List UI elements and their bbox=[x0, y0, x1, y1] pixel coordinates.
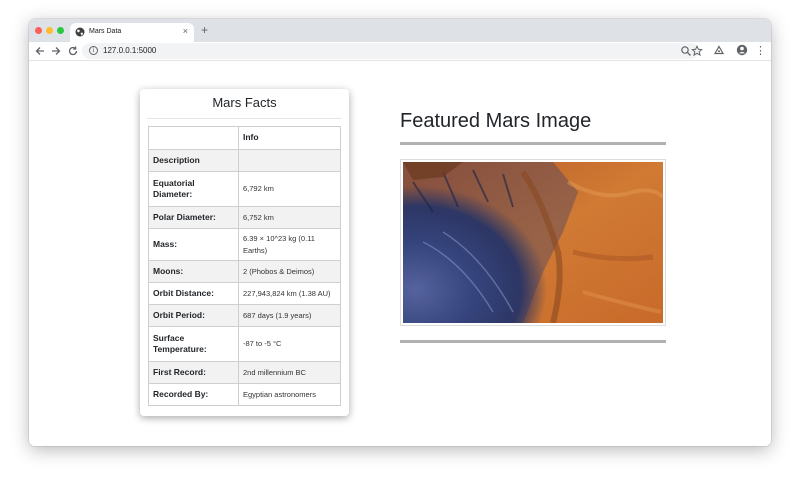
fact-value: -87 to -5 °C bbox=[238, 326, 341, 362]
forward-arrow-icon[interactable] bbox=[50, 45, 62, 57]
featured-image-title: Featured Mars Image bbox=[400, 110, 592, 132]
table-row: Surface Temperature: -87 to -5 °C bbox=[148, 326, 341, 362]
fact-label: Description bbox=[148, 149, 239, 172]
fact-value: 2nd millennium BC bbox=[238, 361, 341, 384]
reload-icon[interactable] bbox=[67, 45, 79, 57]
mars-facts-card: Mars Facts Info Description Equatorial D… bbox=[140, 89, 349, 416]
mars-facts-table: Info Description Equatorial Diameter: 6,… bbox=[148, 126, 341, 406]
fact-label: Moons: bbox=[148, 260, 239, 283]
maximize-window-button[interactable] bbox=[57, 27, 64, 34]
divider bbox=[400, 340, 666, 343]
featured-image-frame bbox=[400, 159, 666, 326]
fact-value: 6,792 km bbox=[238, 171, 341, 207]
table-row: Moons: 2 (Phobos & Deimos) bbox=[148, 260, 341, 283]
table-row: Recorded By: Egyptian astronomers bbox=[148, 383, 341, 406]
featured-mars-image[interactable] bbox=[403, 162, 663, 323]
globe-icon bbox=[75, 27, 85, 37]
fact-value: 2 (Phobos & Deimos) bbox=[238, 260, 341, 283]
address-bar[interactable]: i 127.0.0.1:5000 bbox=[82, 43, 699, 59]
minimize-window-button[interactable] bbox=[46, 27, 53, 34]
fact-label: Surface Temperature: bbox=[148, 326, 239, 362]
fact-value bbox=[238, 149, 341, 172]
menu-icon[interactable]: ⋮ bbox=[755, 44, 766, 58]
profile-icon[interactable] bbox=[736, 44, 748, 56]
divider bbox=[147, 118, 342, 119]
fact-label: Polar Diameter: bbox=[148, 206, 239, 229]
fact-label: Mass: bbox=[148, 228, 239, 261]
tab-strip: Mars Data × + bbox=[29, 19, 771, 42]
browser-toolbar: i 127.0.0.1:5000 ⋮ bbox=[29, 42, 771, 61]
extension-icon[interactable] bbox=[713, 45, 725, 57]
table-row: Mass: 6.39 × 10^23 kg (0.11 Earths) bbox=[148, 228, 341, 261]
divider bbox=[400, 142, 666, 145]
mars-facts-title: Mars Facts bbox=[212, 95, 277, 110]
fact-label: First Record: bbox=[148, 361, 239, 384]
star-icon[interactable] bbox=[691, 45, 703, 57]
table-row: Equatorial Diameter: 6,792 km bbox=[148, 171, 341, 207]
table-row: Description bbox=[148, 149, 341, 172]
close-window-button[interactable] bbox=[35, 27, 42, 34]
browser-window: Mars Data × + i 127.0.0.1:5000 ⋮ Mars Fa… bbox=[29, 19, 771, 446]
fact-label: Recorded By: bbox=[148, 383, 239, 406]
fact-value: 227,943,824 km (1.38 AU) bbox=[238, 282, 341, 305]
fact-label: Orbit Distance: bbox=[148, 282, 239, 305]
new-tab-button[interactable]: + bbox=[201, 23, 208, 37]
url-text[interactable]: 127.0.0.1:5000 bbox=[103, 46, 156, 55]
table-row: Orbit Period: 687 days (1.9 years) bbox=[148, 304, 341, 327]
fact-label: Orbit Period: bbox=[148, 304, 239, 327]
browser-tab[interactable]: Mars Data × bbox=[70, 23, 194, 42]
header-cell bbox=[148, 126, 239, 150]
header-cell: Info bbox=[238, 126, 341, 150]
fact-value: Egyptian astronomers bbox=[238, 383, 341, 406]
tab-close-button[interactable]: × bbox=[183, 26, 188, 36]
table-row: First Record: 2nd millennium BC bbox=[148, 361, 341, 384]
fact-value: 687 days (1.9 years) bbox=[238, 304, 341, 327]
fact-label: Equatorial Diameter: bbox=[148, 171, 239, 207]
back-arrow-icon[interactable] bbox=[34, 45, 46, 57]
fact-value: 6.39 × 10^23 kg (0.11 Earths) bbox=[238, 228, 341, 261]
table-row: Polar Diameter: 6,752 km bbox=[148, 206, 341, 229]
page-content: Mars Facts Info Description Equatorial D… bbox=[29, 62, 771, 446]
fact-value: 6,752 km bbox=[238, 206, 341, 229]
info-icon[interactable]: i bbox=[89, 46, 98, 55]
tab-title: Mars Data bbox=[89, 28, 122, 35]
table-row: Orbit Distance: 227,943,824 km (1.38 AU) bbox=[148, 282, 341, 305]
table-header-row: Info bbox=[148, 126, 341, 150]
